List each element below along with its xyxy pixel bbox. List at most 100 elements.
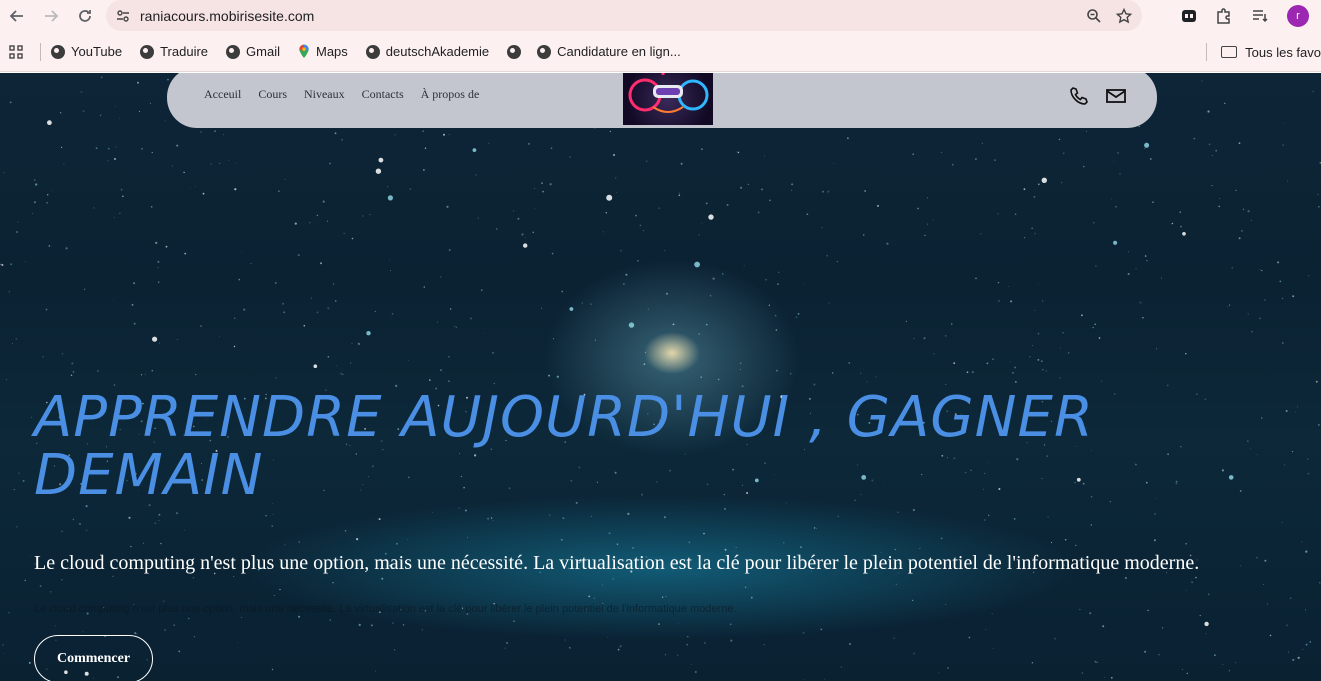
- star: [940, 152, 942, 153]
- star: [553, 338, 554, 340]
- star: [472, 148, 477, 152]
- star: [82, 110, 85, 113]
- star: [980, 232, 982, 235]
- star: [5, 379, 7, 381]
- star: [541, 182, 543, 185]
- star: [686, 643, 689, 646]
- star: [8, 291, 10, 293]
- star: [171, 165, 173, 167]
- star: [477, 217, 479, 219]
- star: [1010, 300, 1013, 303]
- all-bookmarks-link[interactable]: Tous les favo: [1245, 45, 1321, 60]
- url-text[interactable]: raniacours.mobirisesite.com: [140, 8, 314, 24]
- mail-icon[interactable]: [1105, 86, 1127, 106]
- folder-icon: [1221, 46, 1238, 58]
- star: [642, 229, 645, 232]
- star: [687, 636, 689, 638]
- site-logo[interactable]: [623, 73, 713, 125]
- star: [1181, 669, 1183, 670]
- nav-item-niveaux[interactable]: Niveaux: [304, 87, 345, 102]
- star: [635, 214, 637, 217]
- star: [356, 538, 359, 541]
- bookmark-gmail[interactable]: Gmail: [226, 44, 280, 59]
- star: [877, 204, 879, 207]
- star: [54, 625, 56, 627]
- star: [1135, 268, 1137, 270]
- back-button[interactable]: [0, 0, 34, 32]
- profile-avatar[interactable]: r: [1287, 5, 1309, 27]
- star: [320, 262, 322, 265]
- extension-app-icon[interactable]: [1181, 8, 1197, 24]
- star: [663, 516, 667, 519]
- star: [1319, 582, 1321, 584]
- reload-button[interactable]: [68, 0, 102, 32]
- nav-item-cours[interactable]: Cours: [258, 87, 287, 102]
- site-info-icon[interactable]: [106, 8, 140, 24]
- forward-button[interactable]: [34, 0, 68, 32]
- apps-grid-icon[interactable]: [4, 44, 28, 59]
- zoom-icon[interactable]: [1086, 8, 1102, 24]
- star: [456, 326, 457, 328]
- star: [1058, 138, 1061, 141]
- arrow-right-icon: [45, 10, 59, 22]
- star: [940, 537, 943, 540]
- star: [763, 644, 765, 646]
- star: [15, 338, 18, 340]
- star: [615, 191, 618, 193]
- star: [394, 134, 396, 136]
- extensions-puzzle-icon[interactable]: [1215, 7, 1233, 25]
- bookmark-traduire[interactable]: Traduire: [140, 44, 208, 59]
- star: [1281, 342, 1284, 344]
- star: [140, 374, 143, 376]
- address-bar[interactable]: raniacours.mobirisesite.com: [106, 0, 1142, 31]
- star: [1031, 227, 1033, 229]
- star: [951, 163, 954, 166]
- star: [1014, 213, 1017, 215]
- phone-icon[interactable]: [1069, 86, 1089, 106]
- star: [341, 138, 344, 141]
- star: [1153, 539, 1156, 542]
- star: [176, 144, 179, 147]
- bookmark-maps[interactable]: Maps: [298, 44, 348, 59]
- star: [1153, 512, 1157, 516]
- star: [568, 646, 571, 649]
- star: [646, 160, 648, 162]
- star: [184, 252, 187, 255]
- star: [1219, 198, 1221, 199]
- reading-list-icon[interactable]: [1251, 8, 1269, 24]
- nav-item-a-propos[interactable]: À propos de: [421, 87, 480, 102]
- star: [394, 649, 396, 651]
- star: [797, 312, 800, 315]
- star: [1228, 670, 1231, 672]
- star: [705, 202, 708, 205]
- star: [39, 585, 42, 587]
- star: [175, 512, 179, 515]
- nav-item-acceuil[interactable]: Acceuil: [204, 87, 241, 102]
- star: [997, 299, 1000, 302]
- star: [1014, 380, 1017, 383]
- star: [765, 278, 767, 281]
- nav-item-contacts[interactable]: Contacts: [362, 87, 404, 102]
- star: [1261, 417, 1263, 419]
- star: [612, 153, 616, 157]
- bookmark-candidature[interactable]: Candidature en lign...: [537, 44, 681, 59]
- star: [1307, 458, 1309, 460]
- star: [800, 546, 802, 549]
- bookmark-star-icon[interactable]: [1116, 7, 1132, 24]
- star: [1090, 524, 1093, 526]
- star: [437, 321, 438, 323]
- star: [1102, 625, 1105, 628]
- bookmark-deutschakademie[interactable]: deutschAkademie: [365, 44, 489, 59]
- star: [1042, 369, 1044, 371]
- bookmarks-divider: [1206, 43, 1208, 61]
- bookmark-youtube[interactable]: YouTube: [51, 44, 122, 59]
- globe-icon: [537, 44, 552, 59]
- bookmark-unnamed[interactable]: [507, 44, 527, 59]
- star: [183, 171, 185, 174]
- star: [1113, 161, 1115, 162]
- star: [824, 678, 826, 680]
- star: [294, 222, 297, 225]
- star: [926, 223, 928, 225]
- star: [1261, 269, 1263, 272]
- commencer-button[interactable]: Commencer: [34, 635, 153, 681]
